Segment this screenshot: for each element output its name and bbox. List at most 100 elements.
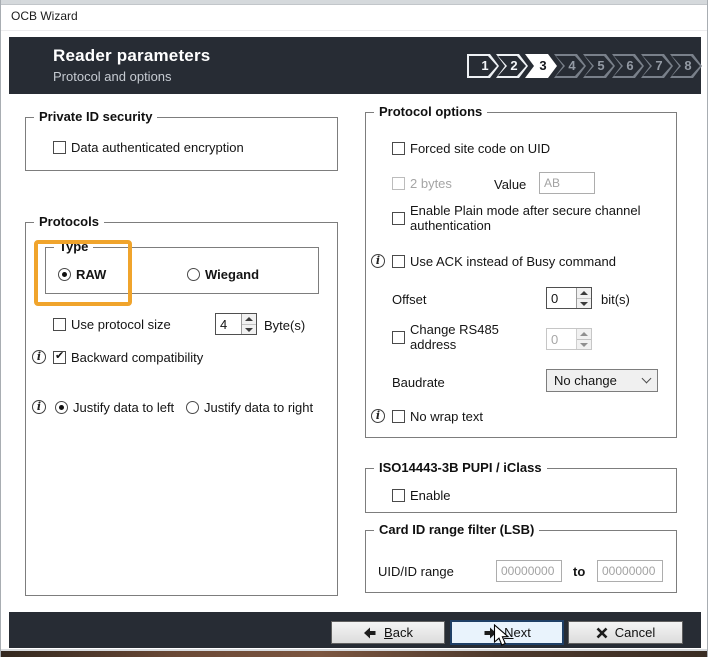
info-icon[interactable]	[32, 350, 46, 364]
page-subtitle: Protocol and options	[53, 69, 172, 84]
step-number: 7	[641, 54, 673, 78]
offset-label: Offset	[392, 292, 426, 307]
radio-justify-right[interactable]: Justify data to right	[186, 400, 313, 415]
mouse-cursor	[493, 624, 510, 647]
arrow-left-icon	[363, 627, 377, 639]
step-number: 4	[554, 54, 586, 78]
step-1: 1	[467, 54, 499, 78]
checkbox-change-rs485[interactable]: Change RS485 address	[392, 322, 522, 352]
checkbox-label: Forced site code on UID	[410, 141, 550, 156]
protocols-legend: Protocols	[34, 214, 104, 229]
checkbox-box	[53, 141, 66, 154]
checkbox-backward-compatibility[interactable]: Backward compatibility	[53, 350, 203, 365]
checkbox-use-ack[interactable]: Use ACK instead of Busy command	[392, 254, 616, 269]
spin-down-button	[577, 340, 591, 350]
checkbox-box	[392, 255, 405, 268]
uid-range-to-input	[597, 560, 663, 582]
protocol-options-legend: Protocol options	[374, 104, 487, 119]
radio-wiegand[interactable]: Wiegand	[187, 267, 259, 282]
step-number: 5	[583, 54, 615, 78]
to-label: to	[573, 564, 585, 579]
checkbox-no-wrap-text[interactable]: No wrap text	[392, 409, 483, 424]
step-4: 4	[554, 54, 586, 78]
radio-justify-left[interactable]: Justify data to left	[55, 400, 174, 415]
spinner-buttons	[241, 314, 256, 334]
spinner-buttons	[576, 329, 591, 349]
checkbox-label: 2 bytes	[410, 176, 452, 191]
info-icon[interactable]	[371, 254, 385, 268]
checkbox-box	[392, 410, 405, 423]
checkbox-data-authenticated-encryption[interactable]: Data authenticated encryption	[53, 140, 244, 155]
spin-down-button[interactable]	[577, 299, 591, 309]
radio-label: Wiegand	[205, 267, 259, 282]
checkbox-forced-site-code[interactable]: Forced site code on UID	[392, 141, 550, 156]
step-3-current: 3	[525, 54, 557, 78]
baudrate-label: Baudrate	[392, 375, 445, 390]
step-7: 7	[641, 54, 673, 78]
checkbox-box	[53, 351, 66, 364]
step-5: 5	[583, 54, 615, 78]
chevron-down-icon	[642, 374, 652, 384]
bits-unit-label: bit(s)	[601, 292, 630, 307]
checkbox-box	[392, 489, 405, 502]
radio-label: Justify data to left	[73, 400, 174, 415]
baudrate-selected-value: No change	[554, 373, 617, 388]
step-8: 8	[670, 54, 702, 78]
checkbox-2-bytes: 2 bytes	[392, 176, 452, 191]
card-id-range-legend: Card ID range filter (LSB)	[374, 522, 539, 537]
bytes-unit-label: Byte(s)	[264, 318, 305, 333]
checkbox-box	[392, 142, 405, 155]
checkbox-label: Use protocol size	[71, 317, 171, 332]
protocol-size-spinner[interactable]: 4	[215, 313, 257, 335]
checkbox-plain-mode[interactable]: Enable Plain mode after secure channel a…	[392, 203, 662, 233]
info-icon[interactable]	[32, 400, 46, 414]
step-number: 2	[496, 54, 528, 78]
rs485-address-spinner: 0	[546, 328, 592, 350]
titlebar-divider	[1, 30, 708, 31]
spinner-value: 0	[547, 329, 576, 349]
step-number: 3	[525, 54, 557, 78]
checkbox-label: Use ACK instead of Busy command	[410, 254, 616, 269]
step-2: 2	[496, 54, 528, 78]
step-number: 6	[612, 54, 644, 78]
close-icon	[596, 627, 608, 639]
info-icon[interactable]	[371, 409, 385, 423]
uid-id-range-label: UID/ID range	[378, 564, 454, 579]
spin-up-button[interactable]	[577, 288, 591, 299]
spinner-value: 0	[547, 288, 576, 308]
step-number: 8	[670, 54, 702, 78]
radio-button	[186, 401, 199, 414]
desktop-background	[1, 651, 708, 657]
uid-range-from-input	[496, 560, 562, 582]
checkbox-iso-enable[interactable]: Enable	[392, 488, 450, 503]
window-title: OCB Wizard	[11, 9, 78, 23]
back-button[interactable]: Back	[331, 621, 445, 644]
offset-spinner[interactable]: 0	[546, 287, 592, 309]
spinner-value: 4	[216, 314, 241, 334]
wizard-step-indicator: 1 2 3 4 5	[467, 54, 702, 78]
value-label: Value	[494, 177, 526, 192]
spin-up-button	[577, 329, 591, 340]
step-number: 1	[467, 54, 499, 78]
checkbox-use-protocol-size[interactable]: Use protocol size	[53, 317, 171, 332]
orange-highlight-annotation	[34, 240, 132, 306]
checkbox-label: Enable	[410, 488, 450, 503]
ocb-wizard-window: OCB Wizard Reader parameters Protocol an…	[0, 0, 708, 657]
radio-button	[55, 401, 68, 414]
iso14443-legend: ISO14443-3B PUPI / iClass	[374, 460, 547, 475]
checkbox-label: Enable Plain mode after secure channel a…	[410, 203, 662, 233]
spin-up-button[interactable]	[242, 314, 256, 325]
checkbox-label: Data authenticated encryption	[71, 140, 244, 155]
radio-button	[187, 268, 200, 281]
checkbox-label: Change RS485 address	[410, 322, 515, 352]
value-input	[539, 172, 595, 194]
cancel-button[interactable]: Cancel	[568, 621, 683, 644]
baudrate-select[interactable]: No change	[546, 369, 658, 392]
window-titlebar[interactable]: OCB Wizard	[1, 5, 708, 29]
checkbox-box	[392, 212, 405, 225]
checkbox-label: No wrap text	[410, 409, 483, 424]
page-title: Reader parameters	[53, 46, 210, 66]
checkbox-label: Backward compatibility	[71, 350, 203, 365]
back-button-label: Back	[384, 625, 413, 640]
spin-down-button[interactable]	[242, 325, 256, 335]
